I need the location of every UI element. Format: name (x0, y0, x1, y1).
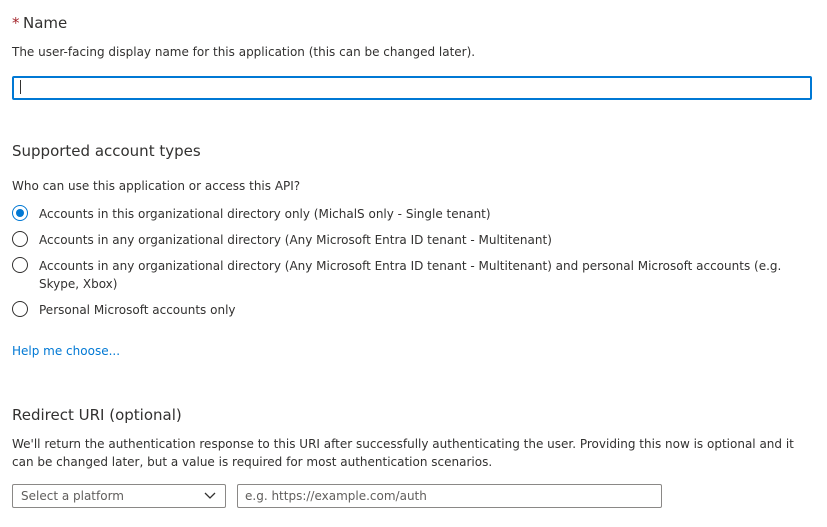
name-description: The user-facing display name for this ap… (12, 45, 476, 59)
radio-option-label: Accounts in this organizational director… (39, 207, 491, 221)
account-types-title: Supported account types (12, 142, 201, 160)
platform-select-placeholder: Select a platform (21, 489, 124, 503)
radio-unchecked-icon[interactable] (12, 301, 28, 317)
help-me-choose-link[interactable]: Help me choose... (12, 342, 120, 360)
radio-unchecked-icon[interactable] (12, 231, 28, 247)
radio-option-label: Accounts in any organizational directory… (39, 259, 782, 291)
redirect-uri-input[interactable] (237, 484, 662, 508)
redirect-uri-title: Redirect URI (optional) (12, 406, 182, 424)
platform-select[interactable]: Select a platform (12, 484, 226, 508)
account-types-question: Who can use this application or access t… (12, 179, 301, 193)
radio-option-label: Personal Microsoft accounts only (39, 303, 236, 317)
required-marker: * (12, 14, 20, 32)
name-section-title: Name (23, 14, 68, 32)
chevron-down-icon (204, 492, 216, 499)
radio-checked-icon[interactable] (12, 205, 28, 221)
radio-unchecked-icon[interactable] (12, 257, 28, 273)
name-input[interactable] (12, 76, 812, 100)
redirect-uri-description: We'll return the authentication response… (12, 437, 794, 469)
radio-option-label: Accounts in any organizational directory… (39, 233, 552, 247)
text-caret (20, 80, 21, 94)
